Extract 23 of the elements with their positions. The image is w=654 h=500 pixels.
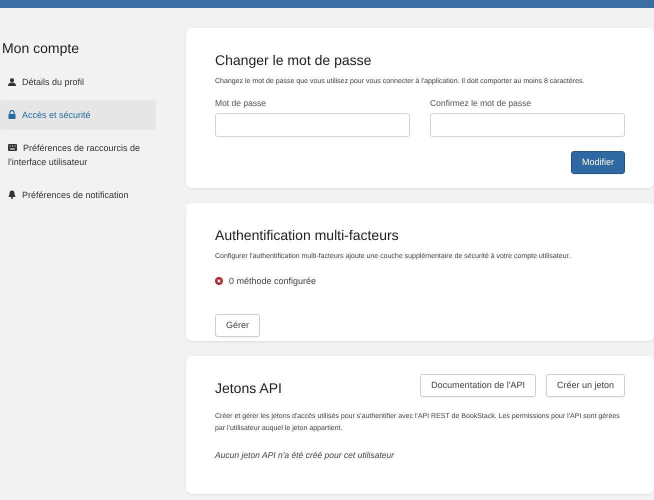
- error-icon: [215, 277, 223, 286]
- sidebar-item[interactable]: Accès et sécurité: [0, 100, 156, 130]
- lock-icon: [8, 110, 16, 120]
- bell-icon: [8, 190, 16, 200]
- card-title: Changer le mot de passe: [215, 51, 372, 70]
- person-icon: [8, 78, 16, 86]
- card-title: Authentification multi-facteurs: [215, 226, 400, 245]
- sidebar-item[interactable]: Détails du profil: [0, 67, 156, 97]
- button-control[interactable]: Gérer: [215, 314, 260, 338]
- empty-message: Aucun jeton API n'a été créé pour cet utilisateur: [215, 449, 396, 462]
- field-label: Mot de passe: [215, 96, 268, 110]
- button-control[interactable]: Créer un jeton: [546, 374, 625, 397]
- sidebar-item[interactable]: Préférences de notification: [0, 180, 156, 210]
- card-title: Jetons API: [215, 379, 282, 398]
- status-text: 0 méthode configurée: [229, 274, 316, 288]
- field-label: Confirmez le mot de passe: [430, 96, 532, 110]
- button-control[interactable]: Documentation de l'API: [420, 374, 536, 397]
- sidebar-title: Mon compte: [1, 39, 80, 58]
- input-field[interactable]: [215, 113, 410, 138]
- sidebar-item[interactable]: Préférences de raccourcis de l'interface utilisateur: [0, 133, 156, 177]
- input-field[interactable]: [430, 113, 625, 138]
- keyboard-icon: [8, 144, 17, 152]
- submit-button[interactable]: Modifier: [570, 151, 625, 174]
